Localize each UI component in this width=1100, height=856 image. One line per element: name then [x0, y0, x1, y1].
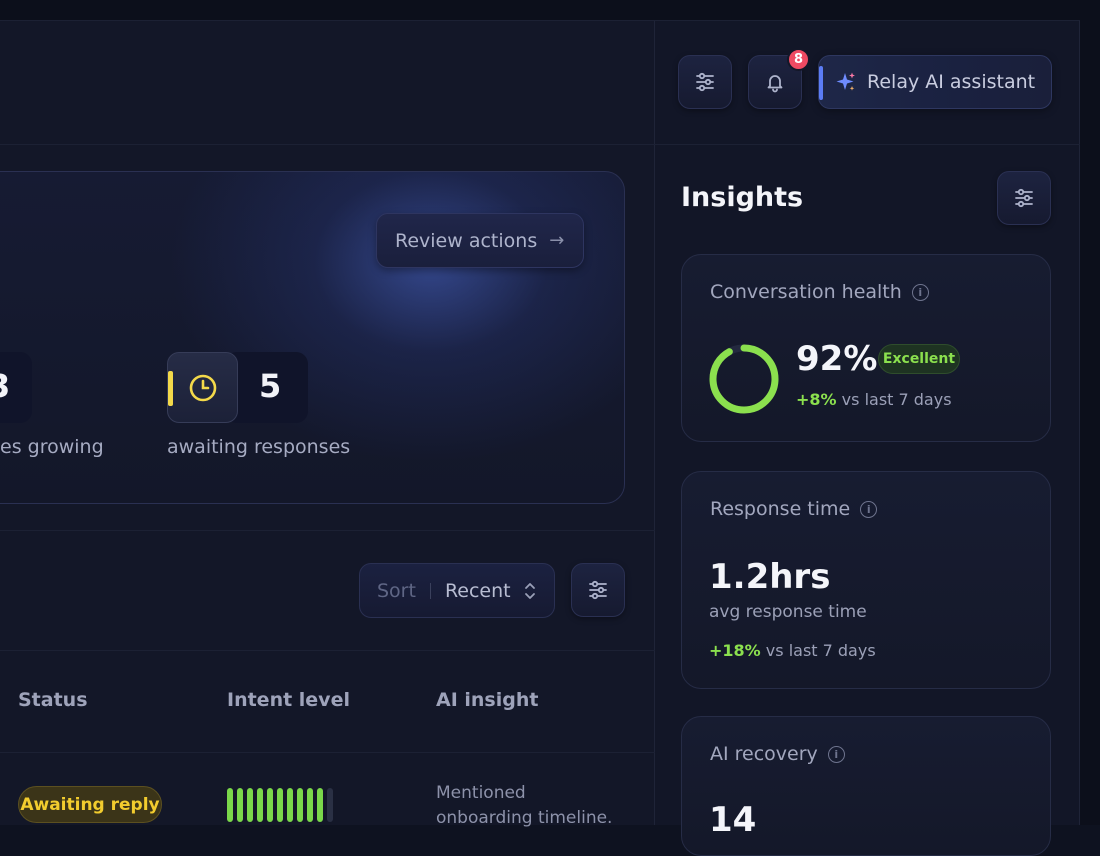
health-ring-chart	[709, 344, 779, 414]
response-time-delta-suffix: vs last 7 days	[765, 641, 876, 660]
ai-button-accent	[819, 66, 823, 100]
clock-icon	[189, 374, 216, 401]
section-divider	[0, 530, 655, 531]
column-header-status[interactable]: Status	[18, 689, 88, 711]
card-title: AI recovery i	[710, 743, 845, 765]
response-time-caption: avg response time	[709, 602, 867, 622]
awaiting-stat-icon-box	[167, 352, 238, 423]
stat-label-growing: es growing	[0, 436, 104, 458]
ai-recovery-value: 14	[709, 800, 757, 840]
intent-level-bar	[317, 788, 323, 822]
intent-level-bar	[257, 788, 263, 822]
ai-assistant-label: Relay AI assistant	[867, 71, 1036, 93]
status-badge: Awaiting reply	[18, 786, 162, 823]
info-icon[interactable]: i	[911, 283, 929, 301]
table-header-bottom-divider	[0, 752, 655, 753]
intent-level-bar	[227, 788, 233, 822]
bell-icon	[767, 75, 783, 93]
sort-select[interactable]: Sort Recent	[359, 563, 555, 618]
list-filter-button[interactable]	[571, 563, 625, 617]
ai-assistant-button[interactable]: Relay AI assistant	[818, 55, 1052, 109]
card-title: Conversation health i	[710, 281, 929, 303]
card-title: Response time i	[710, 498, 878, 520]
intent-level-bar	[287, 788, 293, 822]
info-icon[interactable]: i	[827, 745, 845, 763]
insights-settings-button[interactable]	[997, 171, 1051, 225]
table-header-top-divider	[0, 650, 655, 651]
insights-title: Insights	[681, 182, 804, 213]
chevron-up-down-icon	[524, 582, 535, 599]
intent-level-meter	[227, 788, 333, 822]
intent-level-bar	[277, 788, 283, 822]
sort-value: Recent	[444, 579, 511, 602]
health-delta-suffix: vs last 7 days	[841, 390, 952, 409]
column-header-intent-level[interactable]: Intent level	[227, 689, 350, 711]
response-time-title: Response time	[710, 498, 851, 520]
health-delta-value: +8%	[796, 390, 837, 409]
stat-value-awaiting: 5	[259, 367, 282, 405]
response-time-delta-value: +18%	[709, 641, 761, 660]
window-edge	[1080, 20, 1100, 825]
ai-insight-line: onboarding timeline.	[436, 808, 613, 828]
health-status-badge: Excellent	[878, 344, 960, 374]
notification-count-badge: 8	[787, 48, 810, 71]
health-ring-progress	[709, 344, 779, 414]
intent-level-bar	[247, 788, 253, 822]
stat-label-awaiting: awaiting responses	[167, 436, 351, 458]
intent-level-bar	[267, 788, 273, 822]
sliders-icon	[1015, 188, 1033, 208]
stat-accent-bar	[168, 371, 173, 406]
header-divider	[0, 144, 1080, 145]
review-actions-label: Review actions	[395, 229, 538, 252]
intent-level-bar	[307, 788, 313, 822]
sliders-icon	[696, 72, 714, 92]
health-delta: +8% vs last 7 days	[796, 390, 952, 409]
arrow-right-icon: →	[549, 230, 565, 251]
filter-settings-button[interactable]	[678, 55, 732, 109]
top-border	[0, 20, 1080, 21]
intent-level-bar	[327, 788, 333, 822]
ai-recovery-title: AI recovery	[710, 743, 818, 765]
ai-insight-line: Mentioned	[436, 783, 526, 803]
review-actions-button[interactable]: Review actions →	[376, 213, 584, 268]
sparkle-icon	[836, 72, 855, 91]
column-header-ai-insight[interactable]: AI insight	[436, 689, 538, 711]
response-time-delta: +18% vs last 7 days	[709, 641, 876, 660]
response-time-value: 1.2hrs	[709, 557, 831, 597]
stat-value-growing: 3	[0, 367, 10, 405]
intent-level-bar	[297, 788, 303, 822]
sort-label: Sort	[377, 579, 416, 602]
health-value: 92%	[796, 339, 878, 379]
info-icon[interactable]: i	[860, 500, 878, 518]
sort-divider	[429, 582, 431, 599]
sliders-icon	[589, 580, 607, 600]
intent-level-bar	[237, 788, 243, 822]
ai-insight-cell: Mentioned onboarding timeline.	[436, 781, 612, 831]
conversation-health-title: Conversation health	[710, 281, 902, 303]
